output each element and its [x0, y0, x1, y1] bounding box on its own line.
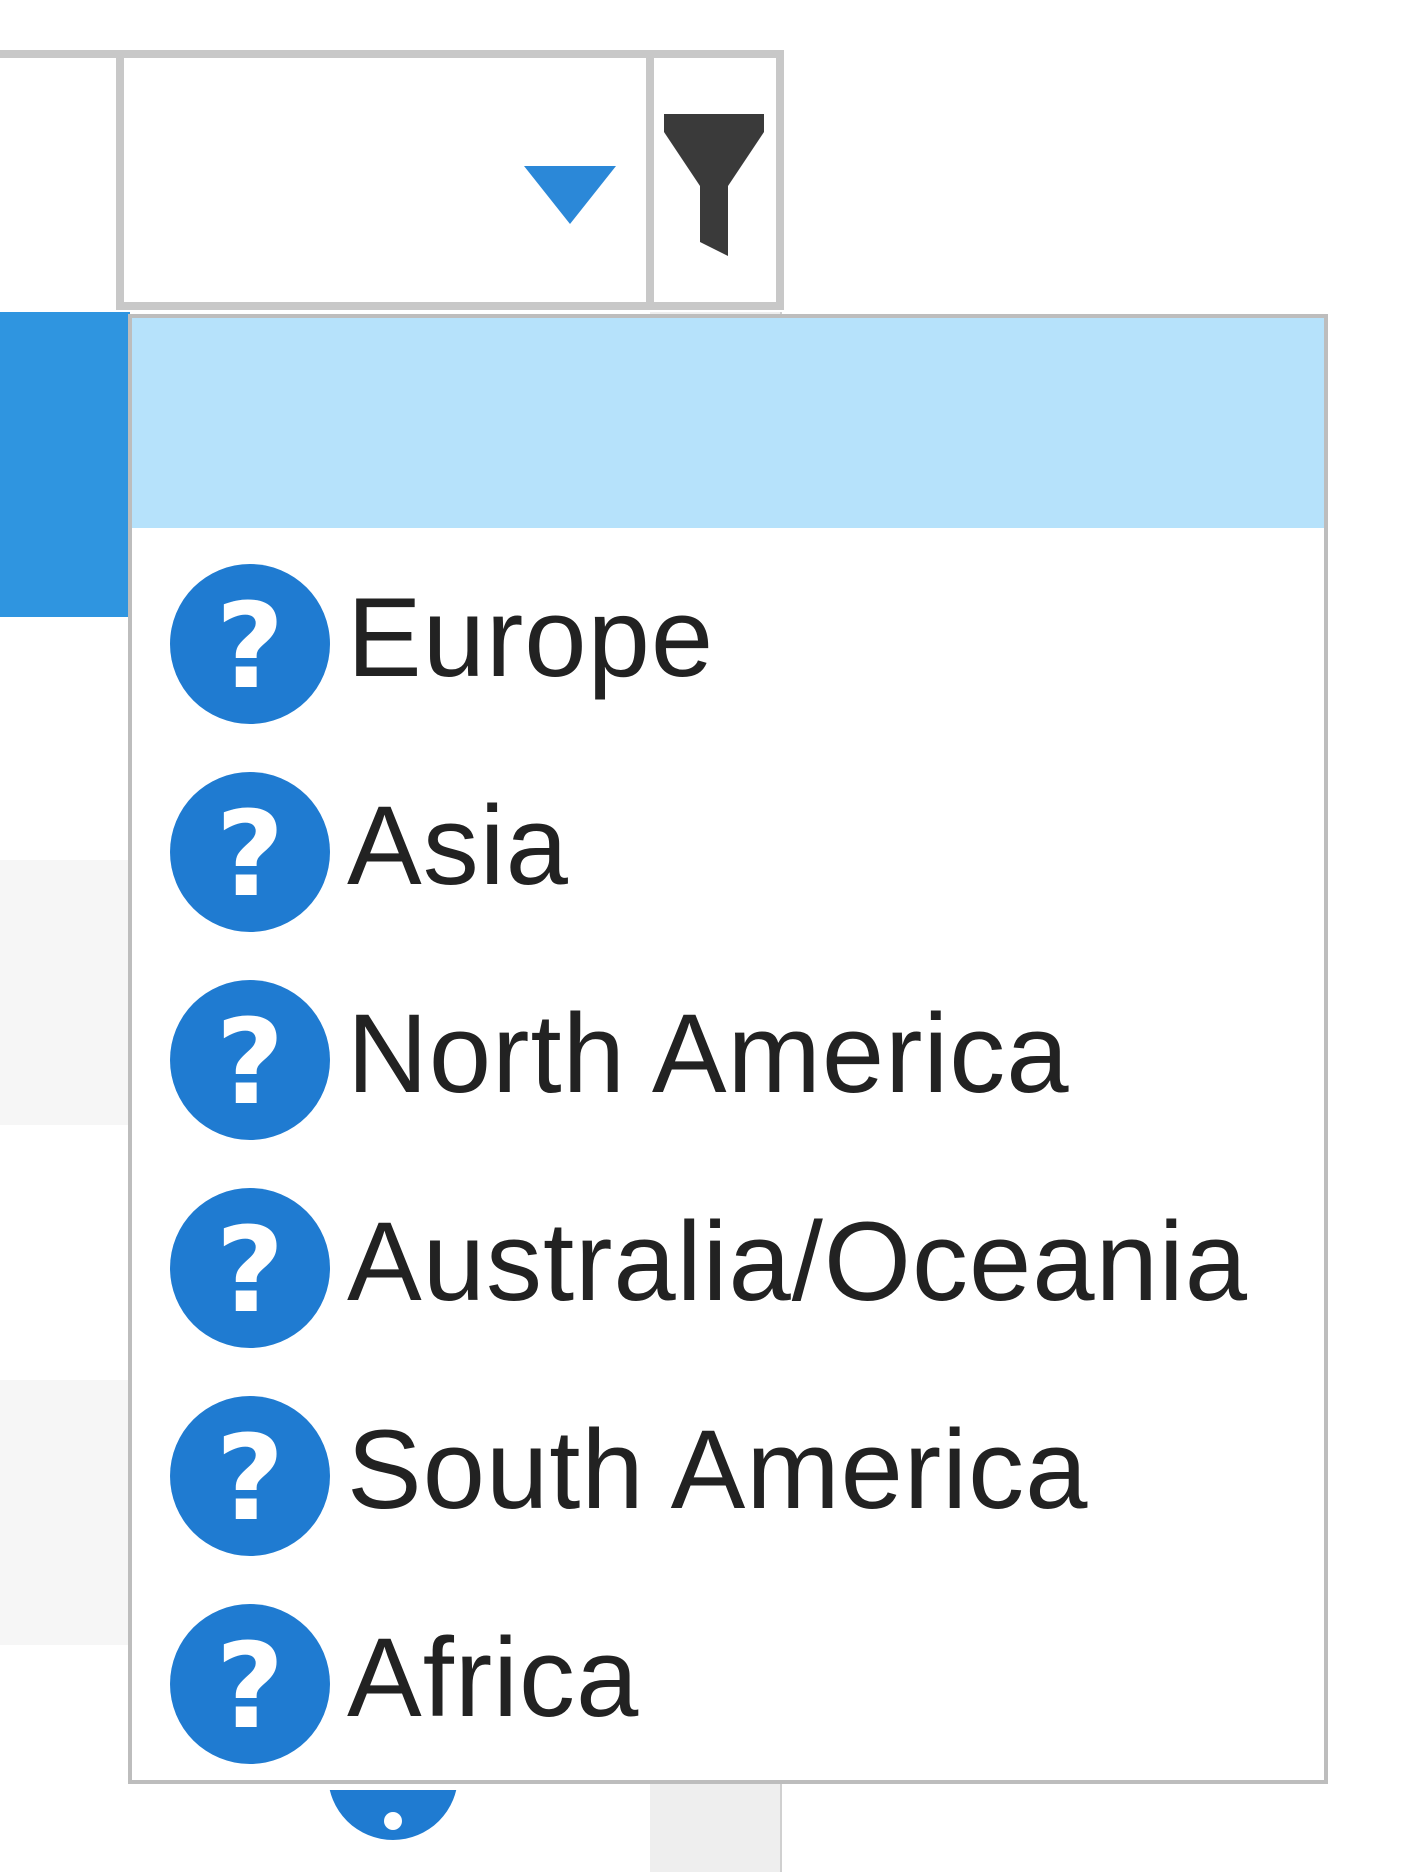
option-label: Europe: [347, 575, 715, 700]
filter-icon: [664, 114, 764, 256]
option-label: Asia: [347, 783, 569, 908]
dropdown-option-africa[interactable]: ? Africa: [132, 1568, 1324, 1776]
question-icon: ?: [170, 1396, 330, 1556]
question-icon: ?: [170, 1188, 330, 1348]
question-icon: ?: [170, 1604, 330, 1764]
filter-row: [0, 50, 784, 310]
table-row[interactable]: [0, 1380, 130, 1645]
dropdown-option-asia[interactable]: ? Asia: [132, 736, 1324, 944]
option-label: South America: [347, 1407, 1089, 1532]
selected-row-cell[interactable]: [0, 312, 130, 617]
question-icon: ?: [170, 564, 330, 724]
question-icon: ?: [170, 980, 330, 1140]
option-label: North America: [347, 991, 1070, 1116]
dropdown-option-blank[interactable]: [132, 318, 1324, 528]
question-icon: [328, 1790, 458, 1840]
option-label: Australia/Oceania: [347, 1199, 1249, 1324]
continent-dropdown-list: ? Europe ? Asia ? North America ? Austra…: [128, 314, 1328, 1784]
dropdown-option-south-america[interactable]: ? South America: [132, 1360, 1324, 1568]
filter-button[interactable]: [654, 58, 784, 310]
option-label: Africa: [347, 1615, 640, 1740]
table-row[interactable]: [0, 860, 130, 1125]
dropdown-option-australia-oceania[interactable]: ? Australia/Oceania: [132, 1152, 1324, 1360]
chevron-down-icon[interactable]: [524, 166, 616, 224]
continent-select[interactable]: [124, 58, 654, 310]
dropdown-option-north-america[interactable]: ? North America: [132, 944, 1324, 1152]
dropdown-option-europe[interactable]: ? Europe: [132, 528, 1324, 736]
filter-cell: [0, 58, 124, 310]
question-icon: ?: [170, 772, 330, 932]
page: ? Europe ? Asia ? North America ? Austra…: [0, 0, 1416, 1872]
